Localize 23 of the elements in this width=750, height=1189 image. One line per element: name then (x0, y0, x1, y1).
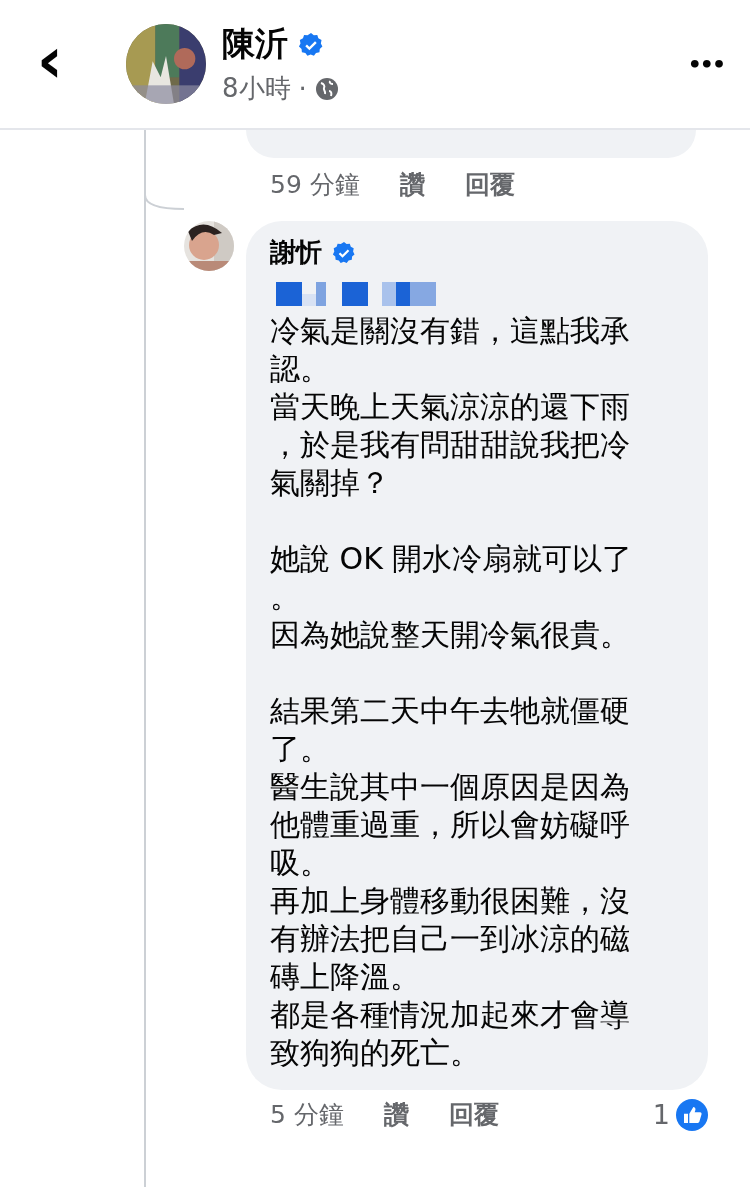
comment-text: 結果第二天中午去牠就僵硬了。 (270, 692, 631, 768)
thumbs-up-icon (676, 1098, 708, 1131)
like-link[interactable]: 讚 (399, 168, 425, 201)
globe-icon (314, 76, 339, 101)
more-button[interactable]: ••• (687, 51, 724, 77)
comment-text: 醫生說其中一個原因是因為他體重過重，所以會妨礙呼吸。 (270, 768, 631, 882)
comment-text: 當天晚上天氣涼涼的還下雨，於是我有問甜甜說我把冷氣關掉？ (270, 388, 631, 502)
comment-time: 59 分鐘 (270, 169, 360, 201)
post-time: 8小時 (222, 72, 291, 105)
comment-time: 5 分鐘 (270, 1099, 344, 1131)
reply-link[interactable]: 回覆 (464, 168, 515, 201)
back-button[interactable]: ‹ (30, 28, 70, 92)
comment-text: 再加上身體移動很困難，沒有辦法把自己一到冰涼的磁磚上降溫。 (270, 882, 631, 996)
comment-text: 她說 OK 開水冷扇就可以了。 (270, 540, 634, 616)
comment-text: 因為她說整天開冷氣很貴。 (270, 616, 631, 654)
separator-dot: · (298, 73, 307, 104)
author-name[interactable]: 陳沂 (222, 22, 288, 67)
comment-text: 冷氣是關沒有錯，這點我承認。 (270, 312, 631, 388)
commenter-name[interactable]: 謝忻 (270, 235, 322, 270)
reaction-count: 1 (652, 1099, 670, 1130)
like-link[interactable]: 讚 (383, 1098, 409, 1131)
reply-link[interactable]: 回覆 (448, 1098, 499, 1131)
comment-text: 都是各種情況加起來才會導致狗狗的死亡。 (270, 996, 631, 1072)
